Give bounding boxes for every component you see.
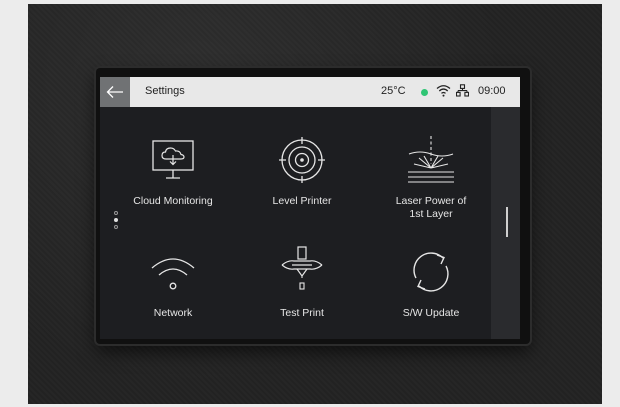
tile-label: Level Printer bbox=[272, 195, 332, 207]
top-bar: Settings 25°C 09:00 bbox=[100, 77, 520, 107]
back-button[interactable] bbox=[100, 77, 130, 107]
software-update-tile[interactable]: S/W Update bbox=[376, 244, 486, 320]
clock: 09:00 bbox=[478, 85, 506, 97]
tile-label: Cloud Monitoring bbox=[133, 195, 213, 207]
scrollbar-thumb[interactable] bbox=[506, 207, 508, 237]
page-dot bbox=[114, 211, 118, 215]
page-title: Settings bbox=[145, 85, 185, 97]
wifi-icon bbox=[151, 258, 195, 290]
network-lan-icon bbox=[456, 84, 469, 97]
test-print-tile[interactable]: Test Print bbox=[247, 244, 357, 320]
cloud-monitoring-tile[interactable]: Cloud Monitoring bbox=[118, 132, 228, 208]
temperature-readout: 25°C bbox=[381, 85, 406, 97]
tile-label: Network bbox=[153, 307, 193, 319]
arrow-left-icon bbox=[106, 86, 123, 98]
network-tile[interactable]: Network bbox=[118, 244, 228, 320]
touchscreen: Settings 25°C 09:00 Cloud Monitoring Lev… bbox=[100, 77, 520, 339]
level-printer-tile[interactable]: Level Printer bbox=[247, 132, 357, 208]
page-dot-active bbox=[114, 218, 118, 222]
wifi-icon bbox=[436, 85, 451, 97]
status-indicator bbox=[421, 89, 428, 96]
cloud-monitor-icon bbox=[152, 140, 194, 179]
laser-power-tile[interactable]: Laser Power of 1st Layer bbox=[376, 132, 486, 221]
page-indicator bbox=[114, 211, 118, 232]
laser-icon bbox=[408, 136, 454, 183]
nozzle-icon bbox=[281, 246, 323, 290]
refresh-icon bbox=[413, 252, 449, 292]
tile-label: S/W Update bbox=[402, 307, 460, 319]
tile-label: Laser Power of 1st Layer bbox=[395, 195, 467, 220]
page-dot bbox=[114, 225, 118, 229]
target-icon bbox=[279, 137, 325, 183]
tile-label: Test Print bbox=[280, 307, 324, 319]
